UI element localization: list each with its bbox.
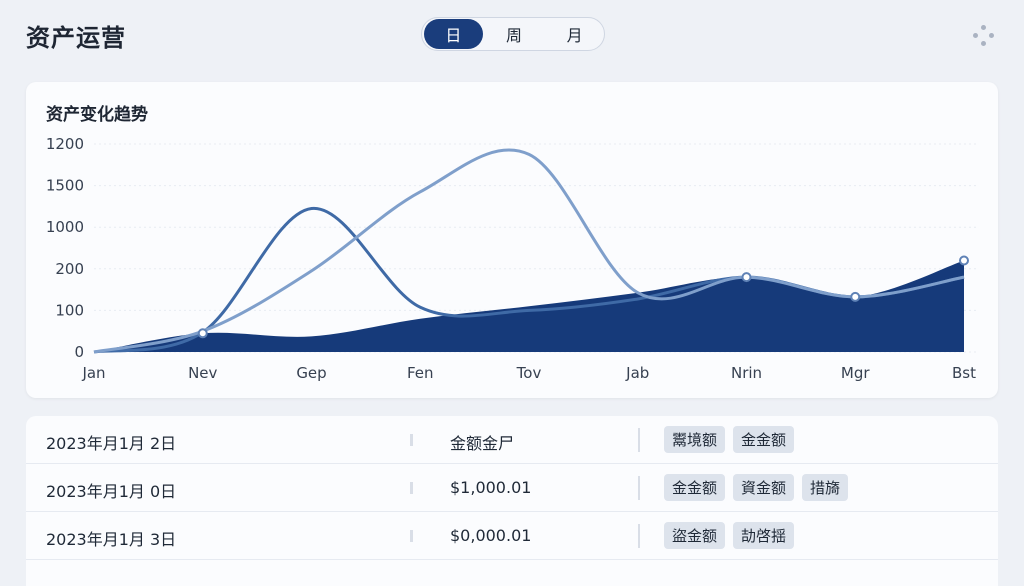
x-tick-label: Tov <box>516 364 542 382</box>
x-tick-label: Mgr <box>841 364 870 382</box>
x-tick-label: Fen <box>407 364 434 382</box>
y-tick-label: 1000 <box>46 218 84 236</box>
x-tick-label: Jab <box>625 364 649 382</box>
row-tags: 鬻境额 金金额 <box>664 426 795 453</box>
column-divider <box>410 434 413 446</box>
row-date: 2023年月1月 0日 <box>46 482 177 501</box>
period-segmented-control: 日 周 月 <box>421 17 605 51</box>
x-tick-label: Nev <box>188 364 217 382</box>
column-divider <box>638 524 640 548</box>
x-tick-label: Gep <box>296 364 326 382</box>
column-divider <box>638 476 640 500</box>
row-amount: $1,000.01 <box>450 478 532 497</box>
row-date: 2023年月1月 3日 <box>46 530 177 549</box>
x-tick-label: Jan <box>81 364 105 382</box>
tag-badge[interactable]: 盜金额 <box>664 522 726 549</box>
column-divider <box>410 530 413 542</box>
segment-week[interactable]: 周 <box>485 19 544 49</box>
tag-badge[interactable]: 金金额 <box>664 474 726 501</box>
y-tick-label: 1200 <box>46 135 84 153</box>
y-tick-label: 1500 <box>46 177 84 195</box>
column-divider <box>638 428 640 452</box>
data-point-marker <box>741 272 752 283</box>
tag-badge[interactable]: 鬻境额 <box>664 426 726 453</box>
row-date: 2023年月1月 2日 <box>46 434 177 453</box>
data-point-marker <box>959 255 969 266</box>
x-tick-label: Nrin <box>731 364 762 382</box>
row-amount: $0,000.01 <box>450 526 532 545</box>
x-tick-label: Bst <box>952 364 976 382</box>
y-tick-label: 100 <box>55 301 84 319</box>
data-point-marker <box>850 291 861 302</box>
chart-card: 资产变化趋势 1200 1500 1000 200 100 0 Jan Nev Gep Fen To… <box>26 82 998 398</box>
tag-badge[interactable]: 措旖 <box>802 474 849 501</box>
table-row[interactable]: 2023年月1月 2日 金额金尸 鬻境额 金金额 <box>26 416 998 464</box>
grid-dots-icon[interactable] <box>970 22 998 50</box>
page-title: 资产运营 <box>26 24 126 52</box>
y-tick-label: 0 <box>74 343 84 361</box>
y-tick-label: 200 <box>55 260 84 278</box>
column-divider <box>410 482 413 494</box>
row-tags: 盜金额 劼啓揺 <box>664 522 795 549</box>
tag-badge[interactable]: 金金额 <box>733 426 795 453</box>
asset-trend-chart: 1200150010002001000Jan Nev Gep Fen Tov Jab Nri… <box>46 135 976 382</box>
segment-month[interactable]: 月 <box>545 19 604 49</box>
series-area-0 <box>94 260 964 352</box>
row-amount: 金额金尸 <box>450 434 515 453</box>
table-row[interactable]: 2023年月1月 0日 $1,000.01 金金额 資金额 措旖 <box>26 464 998 512</box>
tag-badge[interactable]: 劼啓揺 <box>733 522 795 549</box>
table-row[interactable]: 2023年月1月 3日 $0,000.01 盜金额 劼啓揺 <box>26 512 998 560</box>
asset-table: 2023年月1月 2日 金额金尸 鬻境额 金金额 2023年月1月 0日 $1,… <box>26 416 998 586</box>
row-tags: 金金额 資金额 措旖 <box>664 474 849 501</box>
tag-badge[interactable]: 資金额 <box>733 474 795 501</box>
data-point-marker <box>197 328 208 339</box>
segment-day[interactable]: 日 <box>424 19 483 49</box>
